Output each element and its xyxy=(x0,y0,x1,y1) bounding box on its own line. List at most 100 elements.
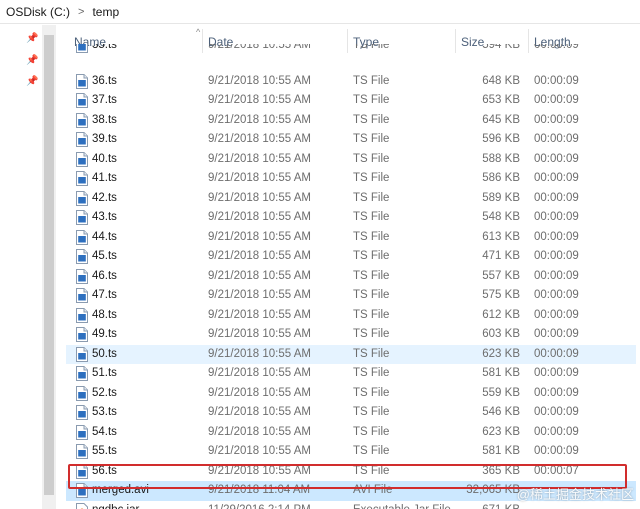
file-length: 00:00:09 xyxy=(534,289,579,301)
chevron-right-icon: > xyxy=(78,5,85,18)
file-length: 00:00:09 xyxy=(534,347,579,360)
ts-file-icon xyxy=(76,132,88,147)
file-type: TS File xyxy=(353,289,390,301)
file-date: 11/29/2016 2:14 PM xyxy=(208,504,311,509)
file-type: TS File xyxy=(353,445,390,457)
file-date: 9/21/2018 10:55 AM xyxy=(208,172,311,184)
file-date: 9/21/2018 10:55 AM xyxy=(208,211,311,223)
file-row[interactable]: 52.ts 9/21/2018 10:55 AM TS File 559 KB 00:0… xyxy=(66,384,636,404)
file-row[interactable]: 37.ts 9/21/2018 10:55 AM TS File 653 KB 00:0… xyxy=(66,91,636,111)
file-row[interactable]: 39.ts 9/21/2018 10:55 AM TS File 596 KB 00:0… xyxy=(66,130,636,150)
file-length: 00:00:09 xyxy=(534,386,579,399)
file-type: TS File xyxy=(353,230,390,243)
file-size: 645 KB xyxy=(482,113,520,126)
file-name: 48.ts xyxy=(92,308,117,321)
file-size: 612 KB xyxy=(482,308,520,321)
ts-file-icon xyxy=(76,73,88,89)
file-size: 589 KB xyxy=(482,191,520,204)
file-length: 00:00:09 xyxy=(534,367,579,379)
ts-file-icon xyxy=(76,385,88,401)
breadcrumb: OSDisk (C:) > temp xyxy=(0,0,640,24)
file-row[interactable]: 51.ts 9/21/2018 10:55 AM TS File 581 KB 00:0… xyxy=(66,364,636,384)
breadcrumb-drive[interactable]: OSDisk (C:) xyxy=(6,5,70,19)
file-name: 35.ts xyxy=(92,44,117,51)
navigation-pane: 📌 📌 📌 xyxy=(0,25,42,509)
file-name: 38.ts xyxy=(92,113,117,126)
file-type: TS File xyxy=(353,269,390,282)
file-row[interactable]: 50.ts 9/21/2018 10:55 AM TS File 623 KB 00:0… xyxy=(66,344,636,364)
ts-file-icon xyxy=(76,444,88,459)
file-date: 9/21/2018 10:55 AM xyxy=(208,152,311,165)
file-name: 37.ts xyxy=(92,94,117,106)
pin-icon[interactable]: 📌 xyxy=(26,76,38,87)
pin-icon[interactable]: 📌 xyxy=(26,55,38,66)
navigation-scrollbar[interactable] xyxy=(42,25,56,509)
file-size: 548 KB xyxy=(482,211,520,223)
file-size: 471 KB xyxy=(482,250,520,262)
file-type: TS File xyxy=(353,250,390,262)
file-length: 00:00:09 xyxy=(534,191,579,204)
scrollbar-thumb[interactable] xyxy=(44,35,54,495)
file-size: 586 KB xyxy=(482,172,520,184)
file-name: 47.ts xyxy=(92,289,117,301)
sort-ascending-icon: ^ xyxy=(196,27,201,37)
file-size: 588 KB xyxy=(482,152,520,165)
file-row[interactable]: 55.ts 9/21/2018 10:55 AM TS File 581 KB 00:0… xyxy=(66,442,636,462)
file-type: TS File xyxy=(353,152,390,165)
file-type: TS File xyxy=(353,211,390,223)
file-type: TS File xyxy=(353,367,390,379)
file-size: 546 KB xyxy=(482,406,520,418)
ts-file-icon xyxy=(76,44,88,53)
file-size: 559 KB xyxy=(482,386,520,399)
breadcrumb-folder[interactable]: temp xyxy=(92,5,119,19)
file-row[interactable]: 41.ts 9/21/2018 10:55 AM TS File 586 KB 00:0… xyxy=(66,169,636,189)
file-row[interactable]: 54.ts 9/21/2018 10:55 AM TS File 623 KB 00:0… xyxy=(66,423,636,443)
file-name: 44.ts xyxy=(92,230,117,243)
file-row[interactable]: 38.ts 9/21/2018 10:55 AM TS File 645 KB 00:0… xyxy=(66,111,636,131)
file-row[interactable]: 49.ts 9/21/2018 10:55 AM TS File 603 KB 00:0… xyxy=(66,325,636,345)
ts-file-icon xyxy=(76,112,88,128)
file-row[interactable]: 45.ts 9/21/2018 10:55 AM TS File 471 KB 00:0… xyxy=(66,247,636,267)
file-type: TS File xyxy=(353,425,390,438)
file-row[interactable]: 48.ts 9/21/2018 10:55 AM TS File 612 KB 00:0… xyxy=(66,306,636,326)
ts-file-icon xyxy=(76,249,88,264)
file-size: 581 KB xyxy=(482,367,520,379)
file-row[interactable]: 43.ts 9/21/2018 10:55 AM TS File 548 KB 00:0… xyxy=(66,208,636,228)
ts-file-icon xyxy=(76,405,88,420)
file-row[interactable]: 47.ts 9/21/2018 10:55 AM TS File 575 KB 00:0… xyxy=(66,286,636,306)
file-name: 52.ts xyxy=(92,386,117,399)
ts-file-icon xyxy=(76,288,88,303)
pin-icon[interactable]: 📌 xyxy=(26,33,38,44)
file-row[interactable]: 35.ts 9/21/2018 10:55 AM TS File 594 KB 00:0… xyxy=(66,44,636,56)
file-length: 00:00:09 xyxy=(534,328,579,340)
ts-file-icon xyxy=(76,210,88,225)
file-size: 613 KB xyxy=(482,230,520,243)
file-length: 00:00:09 xyxy=(534,308,579,321)
file-name: 46.ts xyxy=(92,269,117,282)
file-row[interactable]: 46.ts 9/21/2018 10:55 AM TS File 557 KB 00:0… xyxy=(66,267,636,287)
file-size: 557 KB xyxy=(482,269,520,282)
file-row[interactable]: 42.ts 9/21/2018 10:55 AM TS File 589 KB 00:0… xyxy=(66,189,636,209)
file-row[interactable]: 36.ts 9/21/2018 10:55 AM TS File 648 KB 00:0… xyxy=(66,72,636,92)
file-length: 00:00:09 xyxy=(534,445,579,457)
file-size: 596 KB xyxy=(482,133,520,145)
file-type: TS File xyxy=(353,44,390,51)
file-row[interactable]: 44.ts 9/21/2018 10:55 AM TS File 613 KB 00:0… xyxy=(66,228,636,248)
file-date: 9/21/2018 10:55 AM xyxy=(208,113,311,126)
file-date: 9/21/2018 10:55 AM xyxy=(208,94,311,106)
file-size: 671 KB xyxy=(458,504,520,509)
file-size: 623 KB xyxy=(482,347,520,360)
file-date: 9/21/2018 10:55 AM xyxy=(208,328,311,340)
file-row[interactable]: 53.ts 9/21/2018 10:55 AM TS File 546 KB 00:0… xyxy=(66,403,636,423)
file-size: 623 KB xyxy=(482,425,520,438)
file-type: TS File xyxy=(353,406,390,418)
file-date: 9/21/2018 10:55 AM xyxy=(208,367,311,379)
file-row[interactable]: 40.ts 9/21/2018 10:55 AM TS File 588 KB 00:0… xyxy=(66,150,636,170)
file-date: 9/21/2018 10:55 AM xyxy=(208,133,311,145)
file-type: Executable Jar File xyxy=(353,504,451,509)
file-length: 00:00:09 xyxy=(534,44,579,51)
file-length: 00:00:09 xyxy=(534,94,579,106)
file-type: TS File xyxy=(353,191,390,204)
file-length: 00:00:09 xyxy=(534,172,579,184)
file-type: TS File xyxy=(353,328,390,340)
